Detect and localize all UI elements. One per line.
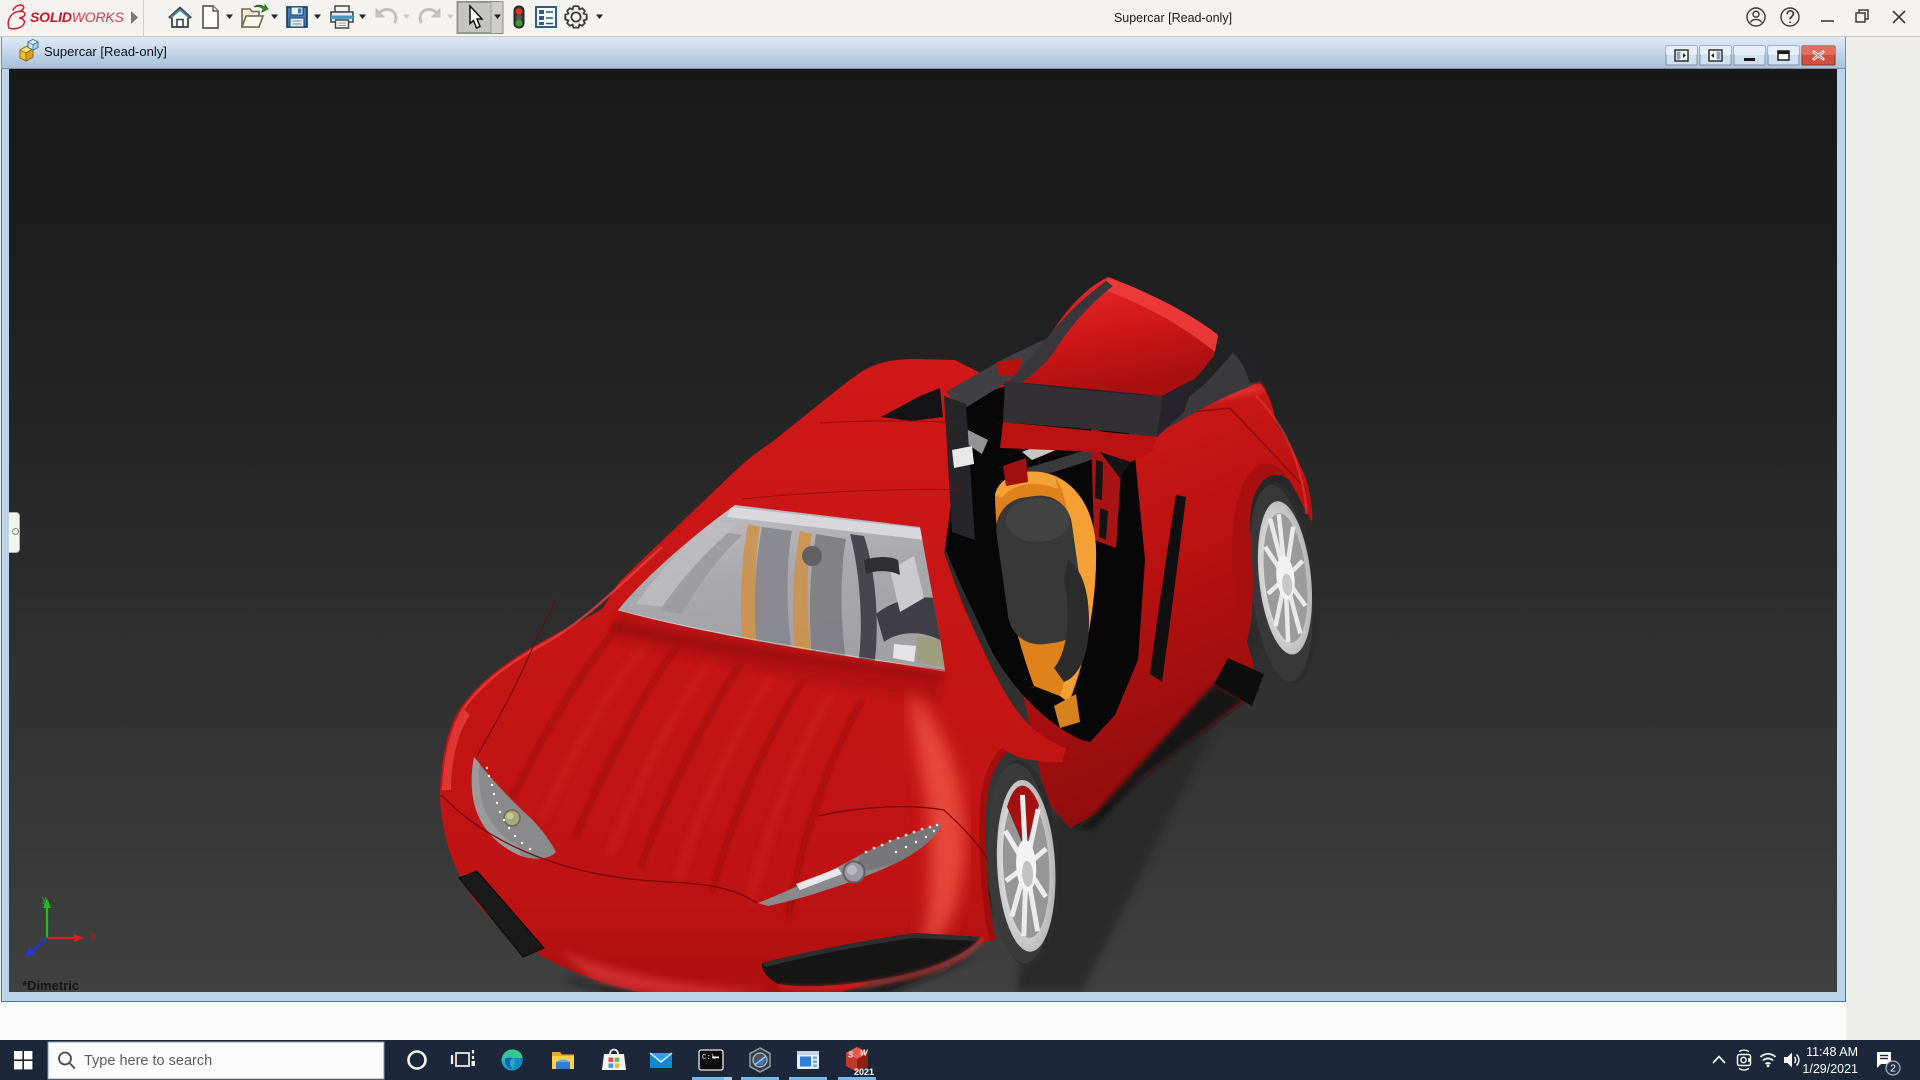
svg-text:Supercar [Read-only]: Supercar [Read-only] (44, 44, 167, 59)
svg-text:11:48 AM: 11:48 AM (1806, 1045, 1858, 1059)
svg-text:Supercar [Read-only]: Supercar [Read-only] (1114, 11, 1232, 25)
svg-text:S: S (848, 1051, 854, 1060)
svg-text:SOLIDWORKS: SOLIDWORKS (30, 9, 125, 25)
svg-text:*Dimetric: *Dimetric (22, 978, 79, 992)
svg-text:2: 2 (1890, 1063, 1896, 1075)
svg-text:y: y (42, 894, 47, 904)
svg-text:1/29/2021: 1/29/2021 (1802, 1062, 1858, 1076)
svg-text:2021: 2021 (854, 1067, 874, 1077)
svg-text:Type here to search: Type here to search (84, 1053, 212, 1069)
